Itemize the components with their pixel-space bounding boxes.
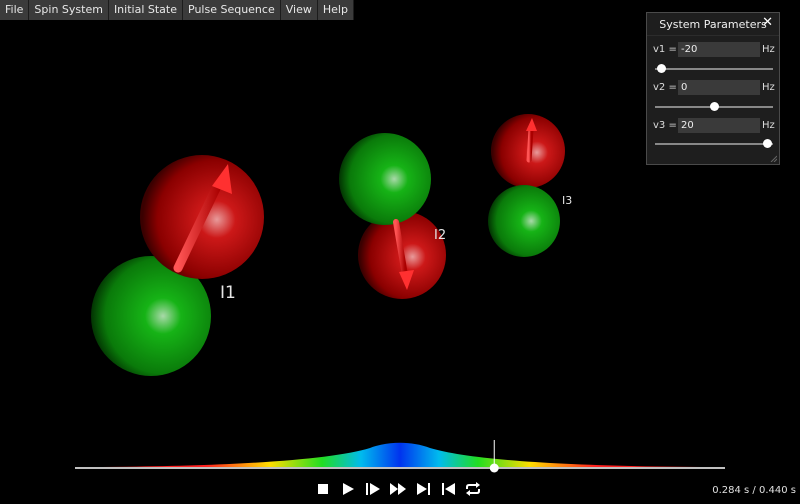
close-icon[interactable]: ✕ — [762, 15, 773, 30]
system-parameters-panel: System Parameters ✕ v1 = Hz v2 = Hz v3 =… — [646, 12, 780, 165]
v3-input[interactable] — [678, 118, 760, 133]
spin-3 — [488, 114, 565, 257]
slider-track — [655, 68, 773, 70]
fast-forward-icon — [390, 483, 406, 495]
skip-to-start-icon — [441, 483, 455, 495]
skip-to-start-button[interactable] — [437, 480, 459, 498]
spin-3-green-sphere — [488, 185, 560, 257]
step-forward-icon — [366, 483, 380, 495]
v1-input[interactable] — [678, 42, 760, 57]
slider-track — [655, 143, 773, 145]
skip-to-end-button[interactable] — [412, 480, 434, 498]
play-icon — [343, 483, 354, 495]
v2-input[interactable] — [678, 80, 760, 95]
v3-slider[interactable] — [655, 139, 773, 149]
param-label-v2: v2 = — [653, 82, 677, 93]
spin-label-i2: I2 — [434, 228, 447, 243]
param-label-v1: v1 = — [653, 44, 677, 55]
playback-controls — [312, 480, 487, 498]
pulse-envelope — [75, 442, 725, 467]
play-button[interactable] — [337, 480, 359, 498]
slider-thumb[interactable] — [710, 102, 719, 111]
fast-forward-button[interactable] — [387, 480, 409, 498]
step-forward-button[interactable] — [362, 480, 384, 498]
param-unit-v2: Hz — [762, 82, 775, 93]
spin-1 — [91, 155, 264, 376]
param-unit-v3: Hz — [762, 120, 775, 131]
param-row-v3: v3 = Hz — [653, 118, 775, 134]
panel-title: System Parameters — [659, 17, 767, 31]
param-row-v1: v1 = Hz — [653, 42, 775, 58]
resize-grip-icon[interactable] — [769, 154, 777, 162]
loop-icon — [466, 482, 480, 496]
spin-label-i3: I3 — [562, 194, 573, 207]
spin-label-i1: I1 — [220, 283, 236, 303]
stop-icon — [318, 484, 328, 494]
time-readout: 0.284 s / 0.440 s — [712, 485, 796, 496]
playhead-knob[interactable] — [489, 463, 499, 473]
slider-thumb[interactable] — [763, 139, 773, 148]
panel-header[interactable]: System Parameters ✕ — [647, 13, 779, 36]
slider-thumb[interactable] — [656, 64, 666, 73]
spin-2-green-sphere — [339, 133, 431, 225]
stop-button[interactable] — [312, 480, 334, 498]
loop-button[interactable] — [462, 480, 484, 498]
param-unit-v1: Hz — [762, 44, 775, 55]
skip-to-end-icon — [416, 483, 430, 495]
param-row-v2: v2 = Hz — [653, 80, 775, 96]
v1-slider[interactable] — [655, 64, 773, 74]
param-label-v3: v3 = — [653, 120, 677, 131]
spin-2 — [339, 133, 446, 299]
v2-slider[interactable] — [655, 102, 773, 112]
